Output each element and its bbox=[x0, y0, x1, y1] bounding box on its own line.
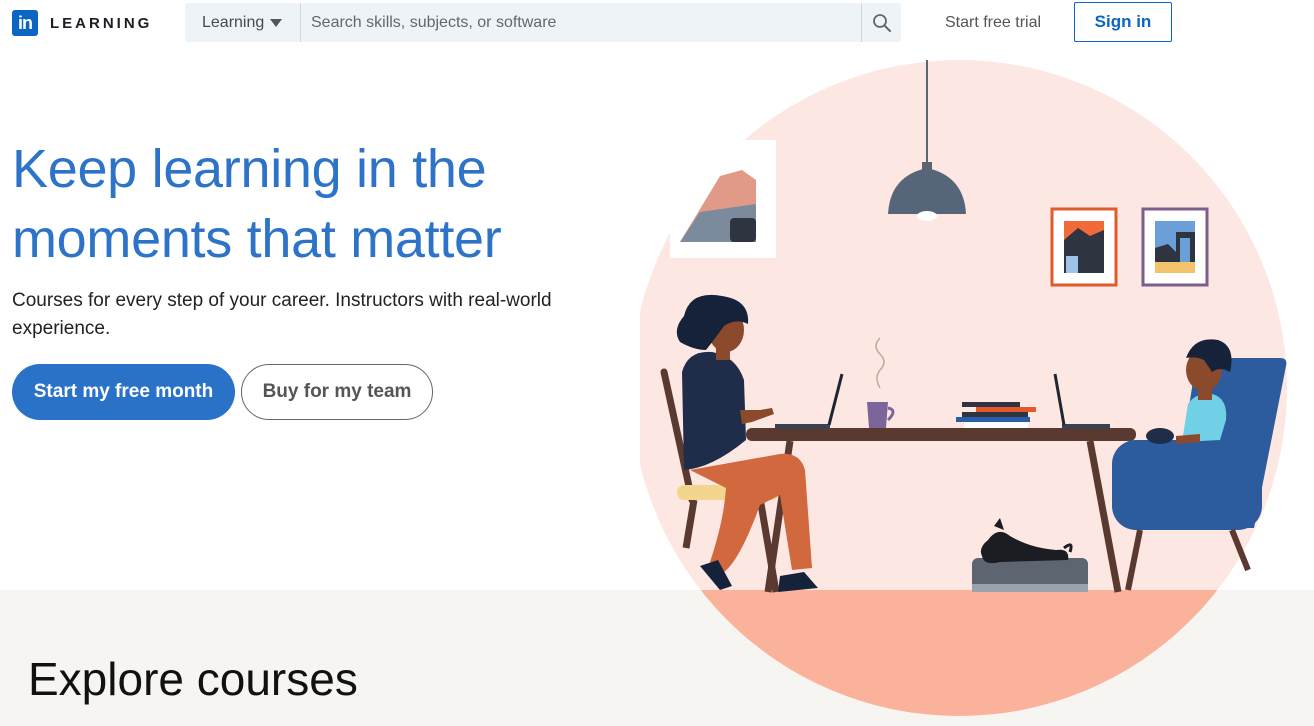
framed-picture-purple bbox=[1141, 207, 1209, 287]
logo-text: LEARNING bbox=[50, 14, 153, 32]
caret-down-icon bbox=[270, 18, 283, 27]
buy-for-team-button[interactable]: Buy for my team bbox=[241, 364, 433, 420]
sign-in-button[interactable]: Sign in bbox=[1074, 2, 1172, 42]
page: in LEARNING Learning Start free trial Si… bbox=[0, 0, 1314, 726]
linkedin-learning-logo[interactable]: in LEARNING bbox=[12, 10, 152, 36]
search-button[interactable] bbox=[861, 3, 901, 42]
top-nav: in LEARNING Learning Start free trial Si… bbox=[0, 0, 1314, 46]
search-icon bbox=[872, 13, 891, 32]
hero-illustration bbox=[640, 60, 1287, 716]
start-free-month-button[interactable]: Start my free month bbox=[12, 364, 235, 420]
search-input[interactable] bbox=[301, 3, 861, 42]
start-free-trial-link[interactable]: Start free trial bbox=[945, 14, 1041, 32]
explore-courses-heading: Explore courses bbox=[28, 653, 358, 705]
hero-title: Keep learning in the moments that matter bbox=[12, 139, 502, 269]
search-scope-label: Learning bbox=[202, 13, 265, 31]
search-bar: Learning bbox=[185, 3, 901, 42]
hero-subtitle: Courses for every step of your career. I… bbox=[12, 290, 552, 339]
wall-art-left bbox=[670, 140, 776, 258]
search-scope-dropdown[interactable]: Learning bbox=[185, 3, 301, 42]
framed-picture-orange bbox=[1050, 207, 1118, 287]
floor bbox=[640, 590, 1287, 716]
linkedin-logo-icon: in bbox=[12, 10, 38, 36]
